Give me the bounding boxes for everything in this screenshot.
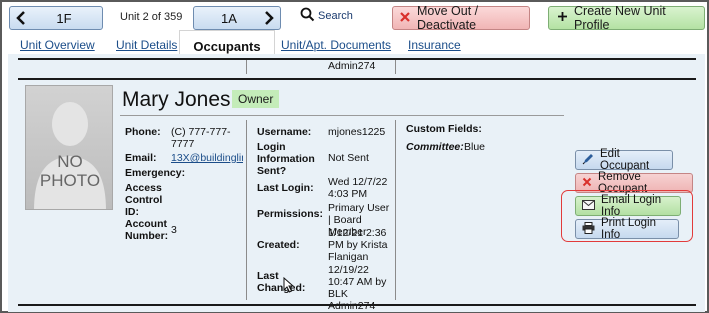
chevron-left-icon	[10, 11, 26, 25]
no-photo-text: NO PHOTO	[39, 152, 101, 190]
avatar: NO PHOTO	[25, 85, 113, 210]
email-login-info-button[interactable]: Email Login Info	[575, 194, 681, 218]
col-separator	[395, 120, 396, 300]
username-value: mjones1225	[328, 126, 386, 138]
next-unit-button[interactable]: 1A	[193, 6, 281, 30]
email-link[interactable]: 13X@buildinglink.co	[171, 152, 243, 164]
col-separator	[395, 60, 396, 74]
last-login-label: Last Login:	[257, 182, 314, 194]
chevron-right-icon	[264, 11, 280, 25]
phone-label: Phone:	[125, 126, 161, 138]
login-info-sent-value: Not Sent	[328, 152, 369, 164]
edit-occupant-label: Edit Occupant	[600, 148, 650, 172]
move-out-button[interactable]: Move Out / Deactivate	[392, 4, 530, 32]
printer-icon	[582, 221, 595, 237]
tab-occupants-label: Occupants	[193, 39, 261, 54]
access-control-label: Access Control ID:	[125, 182, 163, 218]
username-label: Username:	[257, 126, 312, 138]
search-icon	[300, 7, 315, 25]
search-label: Search	[318, 10, 353, 22]
print-login-info-button[interactable]: Print Login Info	[575, 217, 679, 241]
created-label: Created:	[257, 239, 300, 251]
last-changed-label: Last Changed:	[257, 270, 306, 294]
phone-value: (C) 777-777-7777	[171, 126, 231, 150]
tab-unit-overview[interactable]: Unit Overview	[20, 38, 95, 52]
role-badge: Owner	[232, 90, 280, 108]
committee-label: Committee:	[406, 141, 464, 153]
person-silhouette-icon	[34, 102, 106, 209]
print-login-info-label: Print Login Info	[601, 217, 656, 241]
name-underline	[120, 115, 564, 116]
edit-occupant-button[interactable]: Edit Occupant	[575, 148, 673, 172]
create-unit-profile-label: Create New Unit Profile	[574, 4, 666, 32]
email-login-info-label: Email Login Info	[601, 194, 662, 218]
prev-unit-label: 1F	[56, 10, 72, 26]
col-separator	[246, 120, 247, 300]
account-number-value: 3	[171, 224, 177, 236]
x-icon	[582, 177, 592, 190]
prev-unit-button[interactable]: 1F	[9, 6, 103, 30]
row-divider	[18, 78, 696, 80]
tab-unit-documents[interactable]: Unit/Apt. Documents	[281, 38, 391, 52]
mouse-cursor-icon	[283, 276, 295, 298]
occupant-name: Mary Jones	[122, 88, 231, 111]
row-divider-bottom	[18, 304, 696, 306]
pencil-icon	[582, 153, 594, 168]
tab-insurance[interactable]: Insurance	[408, 38, 461, 52]
previous-row-text: Admin274	[328, 60, 376, 72]
custom-fields-label: Custom Fields:	[406, 123, 482, 135]
committee-value: Blue	[464, 141, 486, 153]
envelope-icon	[582, 199, 595, 213]
col-separator	[246, 60, 247, 74]
tab-unit-details[interactable]: Unit Details	[116, 38, 177, 52]
account-number-label: Account Number:	[125, 218, 169, 242]
x-icon	[399, 11, 411, 26]
permissions-label: Permissions:	[257, 208, 323, 220]
email-label: Email:	[125, 152, 157, 164]
move-out-label: Move Out / Deactivate	[417, 4, 479, 32]
search-link[interactable]: Search	[300, 7, 353, 25]
login-info-sent-label: Login Information Sent?	[257, 141, 315, 177]
create-unit-profile-button[interactable]: Create New Unit Profile	[548, 4, 705, 32]
next-unit-label: 1A	[221, 10, 237, 26]
last-login-value: Wed 12/7/22 4:03 PM	[328, 176, 388, 200]
app-window: 1F Unit 2 of 359 1A Search Move Out / De…	[0, 0, 709, 313]
created-value: 1/12/21 2:36 PM by Krista Flanigan	[328, 227, 388, 263]
plus-icon	[557, 11, 568, 25]
emergency-label: Emergency:	[125, 167, 186, 179]
unit-counter: Unit 2 of 359	[120, 11, 183, 23]
